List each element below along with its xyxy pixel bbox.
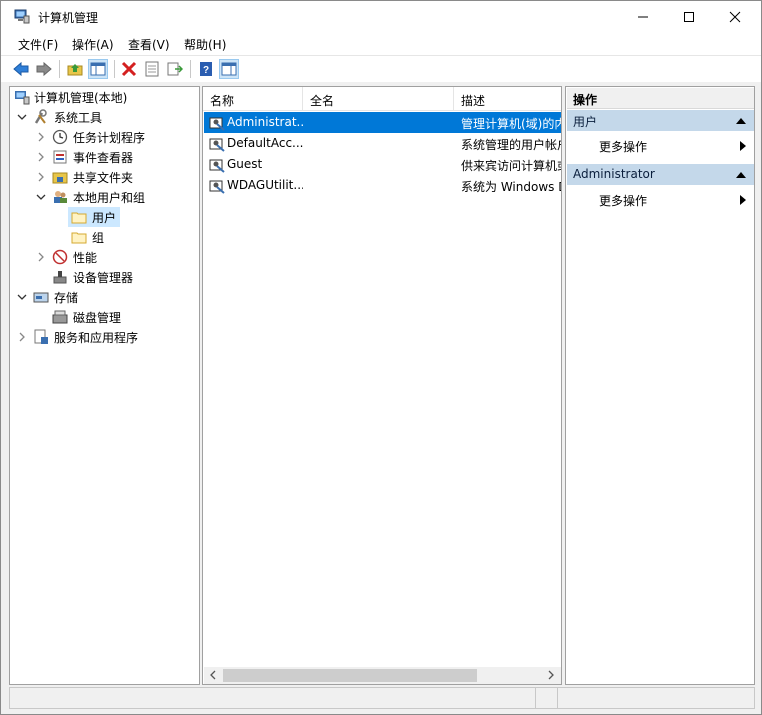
scroll-left-icon[interactable] bbox=[208, 670, 218, 680]
collapse-up-icon[interactable] bbox=[736, 171, 746, 178]
tree-item-services-apps[interactable]: 服务和应用程序 bbox=[10, 327, 199, 347]
tree-item-performance[interactable]: 性能 bbox=[10, 247, 199, 267]
forward-arrow-icon bbox=[36, 61, 52, 77]
help-icon: ? bbox=[200, 62, 212, 76]
chevron-right-icon[interactable] bbox=[35, 251, 47, 263]
minimize-icon bbox=[638, 16, 648, 17]
forward-button[interactable] bbox=[34, 59, 54, 79]
table-row[interactable]: DefaultAcc... 系统管理的用户帐户。 bbox=[204, 133, 561, 154]
storage-icon bbox=[33, 292, 49, 303]
more-actions-administrator[interactable]: 更多操作 bbox=[567, 188, 754, 210]
actions-pane-title: 操作 bbox=[567, 88, 754, 109]
chevron-down-icon[interactable] bbox=[16, 111, 28, 123]
console-tree-icon bbox=[90, 62, 106, 76]
back-button[interactable] bbox=[11, 59, 31, 79]
menu-file[interactable]: 文件(F) bbox=[18, 36, 58, 53]
tree-item-storage[interactable]: 存储 bbox=[10, 287, 199, 307]
computer-management-icon bbox=[14, 9, 30, 24]
event-viewer-icon bbox=[53, 150, 67, 164]
folder-icon bbox=[71, 212, 87, 224]
submenu-arrow-icon bbox=[740, 141, 746, 151]
show-hide-console-tree-button[interactable] bbox=[88, 59, 108, 79]
column-header-description[interactable]: 描述 bbox=[454, 87, 561, 111]
maximize-button[interactable] bbox=[666, 1, 712, 32]
user-account-icon bbox=[209, 138, 225, 152]
console-tree-pane: 计算机管理(本地) 系统工具 任务计划程序 事件查看器 共享文件夹 本地用户和组… bbox=[9, 86, 200, 685]
up-level-button[interactable] bbox=[65, 59, 85, 79]
status-segment bbox=[10, 688, 536, 708]
actions-section-users[interactable]: 用户 bbox=[567, 110, 754, 131]
chevron-right-icon[interactable] bbox=[35, 131, 47, 143]
menu-view[interactable]: 查看(V) bbox=[128, 36, 170, 53]
table-row[interactable]: Administrat... 管理计算机(域)的内置帐户 bbox=[204, 112, 561, 133]
table-row[interactable]: WDAGUtilit... 系统为 Windows Defender 应用程序防… bbox=[204, 175, 561, 196]
computer-management-icon bbox=[15, 91, 30, 105]
help-button[interactable]: ? bbox=[196, 59, 216, 79]
system-tools-icon bbox=[34, 109, 47, 124]
folder-icon bbox=[71, 232, 87, 244]
chevron-down-icon[interactable] bbox=[16, 291, 28, 303]
properties-icon bbox=[145, 61, 159, 77]
user-list-pane: 名称 全名 描述 Administrat... 管理计算机(域)的内置帐户 De… bbox=[202, 86, 562, 685]
status-segment bbox=[536, 688, 558, 708]
tree-item-shared-folders[interactable]: 共享文件夹 bbox=[10, 167, 199, 187]
export-list-button[interactable] bbox=[165, 59, 185, 79]
column-header-name[interactable]: 名称 bbox=[203, 87, 303, 111]
window-title: 计算机管理 bbox=[38, 11, 99, 25]
tree-item-system-tools[interactable]: 系统工具 bbox=[10, 107, 199, 127]
horizontal-scrollbar[interactable] bbox=[204, 667, 561, 684]
table-row[interactable]: Guest 供来宾访问计算机或访问域的内置帐户 bbox=[204, 154, 561, 175]
tree-item-task-scheduler[interactable]: 任务计划程序 bbox=[10, 127, 199, 147]
maximize-icon bbox=[684, 11, 694, 22]
scrollbar-thumb[interactable] bbox=[223, 669, 477, 682]
tree-item-local-users-groups[interactable]: 本地用户和组 bbox=[10, 187, 199, 207]
user-account-icon bbox=[209, 180, 225, 194]
task-scheduler-icon bbox=[52, 129, 68, 145]
delete-button[interactable] bbox=[119, 59, 139, 79]
local-users-groups-icon bbox=[54, 191, 67, 203]
chevron-right-icon[interactable] bbox=[16, 331, 28, 343]
tree-item-device-manager[interactable]: 设备管理器 bbox=[10, 267, 199, 287]
actions-section-administrator[interactable]: Administrator bbox=[567, 164, 754, 185]
menu-action[interactable]: 操作(A) bbox=[72, 36, 114, 53]
actions-pane: 操作 用户 更多操作 Administrator 更多操作 bbox=[565, 86, 755, 685]
action-pane-icon bbox=[221, 62, 237, 76]
tree-item-computer-management[interactable]: 计算机管理(本地) bbox=[10, 87, 199, 107]
minimize-button[interactable] bbox=[620, 1, 666, 32]
properties-button[interactable] bbox=[142, 59, 162, 79]
export-list-icon bbox=[167, 62, 183, 76]
collapse-up-icon[interactable] bbox=[736, 117, 746, 124]
back-arrow-icon bbox=[13, 61, 29, 77]
menu-help[interactable]: 帮助(H) bbox=[184, 36, 226, 53]
services-apps-icon bbox=[34, 329, 48, 344]
user-account-icon bbox=[209, 117, 225, 131]
scroll-right-icon[interactable] bbox=[546, 670, 556, 680]
show-hide-action-pane-button[interactable] bbox=[219, 59, 239, 79]
toolbar: ? bbox=[1, 55, 761, 82]
close-icon bbox=[729, 11, 741, 22]
delete-x-icon bbox=[121, 61, 137, 77]
submenu-arrow-icon bbox=[740, 195, 746, 205]
folder-up-icon bbox=[67, 64, 83, 76]
tree-item-groups[interactable]: 组 bbox=[68, 227, 120, 247]
computer-management-window: 计算机管理 文件(F) 操作(A) 查看(V) 帮助(H) ? 计算机管理(本地… bbox=[0, 0, 762, 715]
svg-text:?: ? bbox=[203, 65, 209, 76]
menu-bar: 文件(F) 操作(A) 查看(V) 帮助(H) bbox=[1, 32, 761, 55]
title-bar: 计算机管理 bbox=[1, 1, 761, 32]
chevron-right-icon[interactable] bbox=[35, 171, 47, 183]
chevron-down-icon[interactable] bbox=[35, 191, 47, 203]
tree-item-disk-management[interactable]: 磁盘管理 bbox=[10, 307, 199, 327]
status-bar bbox=[9, 687, 755, 709]
shared-folders-icon bbox=[52, 172, 68, 184]
tree-item-event-viewer[interactable]: 事件查看器 bbox=[10, 147, 199, 167]
tree-item-users[interactable]: 用户 bbox=[68, 207, 120, 227]
user-account-icon bbox=[209, 159, 225, 173]
close-button[interactable] bbox=[712, 1, 758, 32]
column-header-fullname[interactable]: 全名 bbox=[303, 87, 454, 111]
device-manager-icon bbox=[53, 271, 67, 284]
performance-icon bbox=[52, 249, 68, 265]
chevron-right-icon[interactable] bbox=[35, 151, 47, 163]
more-actions-users[interactable]: 更多操作 bbox=[567, 134, 754, 156]
disk-management-icon bbox=[52, 310, 68, 324]
